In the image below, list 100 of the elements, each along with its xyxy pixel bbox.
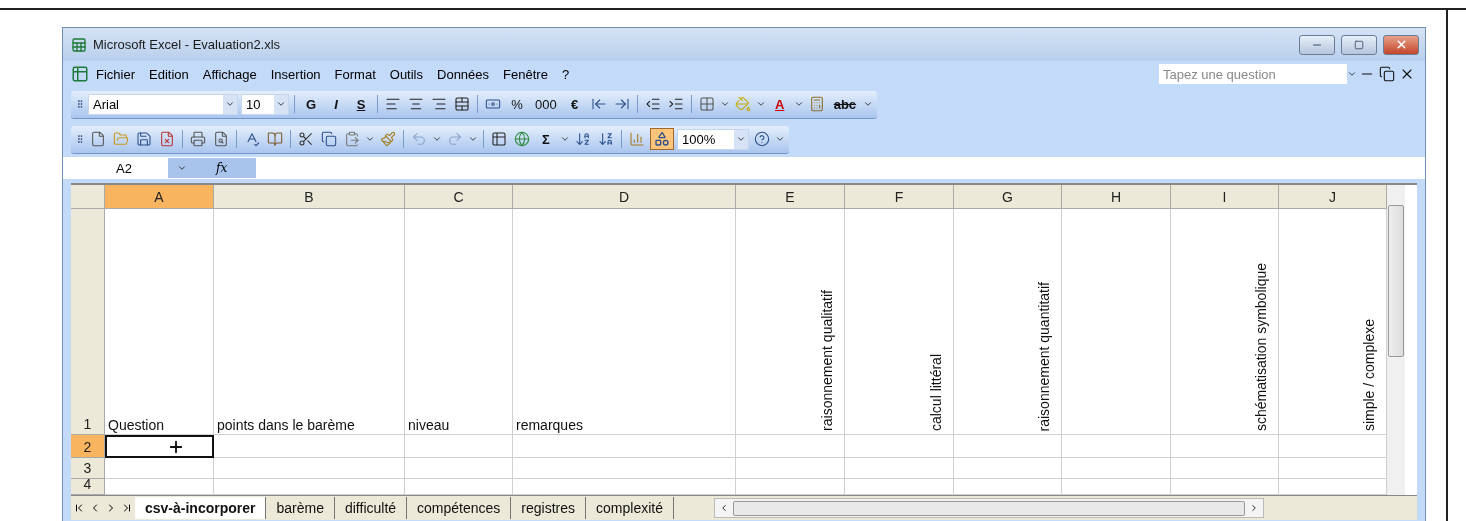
menu-item[interactable]: Données xyxy=(430,63,497,85)
style-button[interactable]: G xyxy=(300,93,322,115)
table-cell[interactable]: calcul littéral xyxy=(845,209,954,435)
table-cell[interactable] xyxy=(1171,458,1279,479)
arrow-left-icon[interactable] xyxy=(590,96,607,112)
font-size-field[interactable]: 10 xyxy=(241,93,289,115)
menu-item[interactable]: Format xyxy=(327,63,383,85)
caret-icon[interactable] xyxy=(736,134,746,144)
font-field[interactable]: Arial xyxy=(88,93,238,115)
row-header[interactable]: 4 xyxy=(71,479,105,495)
caret-icon[interactable] xyxy=(719,99,730,109)
menu-item[interactable]: Insertion xyxy=(263,63,328,85)
maximize-button[interactable] xyxy=(1341,34,1377,55)
workbook-icon[interactable] xyxy=(71,65,89,83)
indent-increase-icon[interactable] xyxy=(667,96,684,112)
arrow-right-icon[interactable] xyxy=(613,96,630,112)
table-cell[interactable] xyxy=(513,435,736,458)
save-icon[interactable] xyxy=(136,131,152,147)
table-cell[interactable] xyxy=(513,458,736,479)
table-cell[interactable] xyxy=(736,458,845,479)
align-left-icon[interactable] xyxy=(385,96,401,112)
table-cell[interactable] xyxy=(405,458,513,479)
table-cell[interactable] xyxy=(105,435,214,458)
font-color-button[interactable]: A xyxy=(768,93,791,115)
caret-icon[interactable] xyxy=(468,134,478,144)
merge-cells-icon[interactable] xyxy=(454,96,470,112)
caret-icon[interactable] xyxy=(560,134,570,144)
caret-icon[interactable] xyxy=(225,99,235,109)
caret-icon[interactable] xyxy=(1347,69,1357,79)
table-cell[interactable]: raisonnement qualitatif xyxy=(736,209,845,435)
row-header[interactable]: 1 xyxy=(71,209,105,435)
sort-descending-icon[interactable] xyxy=(598,131,614,147)
menu-item[interactable]: Fenêtre xyxy=(496,63,555,85)
column-header[interactable]: C xyxy=(405,185,513,209)
zoom-field[interactable]: 100% xyxy=(677,128,749,150)
vertical-scrollbar[interactable] xyxy=(1387,185,1405,495)
table-icon[interactable] xyxy=(491,131,507,147)
copy-icon[interactable] xyxy=(321,131,337,147)
table-cell[interactable]: Question xyxy=(105,209,214,435)
column-header[interactable]: I xyxy=(1171,185,1279,209)
menu-item[interactable]: Edition xyxy=(142,63,196,85)
table-cell[interactable] xyxy=(1171,435,1279,458)
table-cell[interactable] xyxy=(845,435,954,458)
horizontal-scrollbar[interactable] xyxy=(713,498,1264,518)
column-header[interactable]: G xyxy=(954,185,1062,209)
number-format-button[interactable]: % xyxy=(506,93,528,115)
help-icon[interactable] xyxy=(754,131,770,147)
style-button[interactable]: S xyxy=(350,93,372,115)
table-cell[interactable]: raisonnement quantitatif xyxy=(954,209,1062,435)
strikethrough-button[interactable]: abc xyxy=(829,93,861,115)
table-cell[interactable] xyxy=(954,435,1062,458)
question-field[interactable]: Tapez une question xyxy=(1159,64,1347,84)
autosum-button[interactable]: Σ xyxy=(535,128,557,150)
style-button[interactable]: I xyxy=(325,93,347,115)
table-cell[interactable] xyxy=(105,458,214,479)
column-header[interactable]: E xyxy=(736,185,845,209)
row-header[interactable]: 2 xyxy=(71,435,105,458)
caret-icon[interactable] xyxy=(775,134,785,144)
table-cell[interactable]: schématisation symbolique xyxy=(1171,209,1279,435)
printer-icon[interactable] xyxy=(190,131,206,147)
table-cell[interactable] xyxy=(845,458,954,479)
new-file-icon[interactable] xyxy=(90,131,106,147)
function-button[interactable]: fx xyxy=(196,158,256,178)
table-cell[interactable]: niveau xyxy=(405,209,513,435)
caret-icon[interactable] xyxy=(755,99,766,109)
globe-icon[interactable] xyxy=(514,131,530,147)
table-cell[interactable] xyxy=(1062,458,1171,479)
sort-ascending-icon[interactable] xyxy=(575,131,591,147)
banknote-icon[interactable] xyxy=(485,96,501,112)
scissors-icon[interactable] xyxy=(298,131,314,147)
number-format-button[interactable]: € xyxy=(563,93,586,115)
caret-icon[interactable] xyxy=(432,134,442,144)
file-x-icon[interactable] xyxy=(159,131,175,147)
caret-icon[interactable] xyxy=(793,99,804,109)
print-preview-icon[interactable] xyxy=(213,131,229,147)
sheet-tab[interactable]: csv-à-incorporer xyxy=(135,497,267,519)
caret-icon[interactable] xyxy=(863,99,874,109)
paste-icon[interactable] xyxy=(344,131,360,147)
table-cell[interactable]: points dans le barème xyxy=(214,209,405,435)
caret-icon[interactable] xyxy=(365,134,375,144)
align-center-icon[interactable] xyxy=(408,96,424,112)
table-cell[interactable] xyxy=(1062,435,1171,458)
indent-decrease-icon[interactable] xyxy=(644,96,661,112)
menu-item[interactable]: Affichage xyxy=(195,63,264,85)
book-icon[interactable] xyxy=(267,131,283,147)
row-header[interactable]: 3 xyxy=(71,458,105,479)
table-cell[interactable] xyxy=(954,458,1062,479)
menu-item[interactable]: ? xyxy=(554,63,577,85)
caret-icon[interactable] xyxy=(177,163,187,173)
drawing-button[interactable] xyxy=(650,128,674,150)
restore-icon[interactable] xyxy=(1379,66,1395,82)
column-header[interactable]: F xyxy=(845,185,954,209)
column-header[interactable]: J xyxy=(1279,185,1387,209)
table-cell[interactable] xyxy=(1062,209,1171,435)
chart-icon[interactable] xyxy=(629,131,645,147)
close-button[interactable] xyxy=(1383,34,1419,55)
table-cell[interactable] xyxy=(214,458,405,479)
column-header[interactable]: D xyxy=(513,185,736,209)
column-header[interactable]: A xyxy=(105,185,214,209)
menu-item[interactable]: Fichier xyxy=(89,63,142,85)
